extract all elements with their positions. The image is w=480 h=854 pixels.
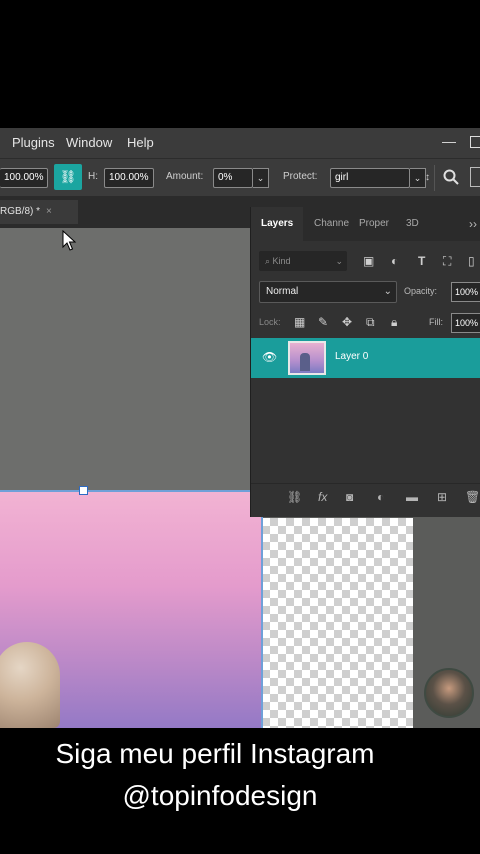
protect-select[interactable]: girl [330,168,410,188]
kind-label: Kind [272,256,291,266]
adjustment-filter-icon[interactable]: ◐ [391,253,398,269]
amount-label: Amount: [166,171,204,182]
link-icon[interactable]: ⛓ [54,164,82,190]
maximize-button[interactable] [470,136,480,148]
document-tab[interactable]: RGB/8) * × [0,200,78,224]
protect-label: Protect: [283,171,318,182]
search-icon[interactable] [443,169,459,185]
menu-plugins[interactable]: Plugins [12,135,55,150]
amount-dropdown[interactable]: ⌄ [253,168,269,188]
cursor-icon [62,230,77,251]
transform-handle[interactable] [79,486,88,495]
lock-row: Lock: ▦ ✎ ✥ ⧉ 🔒︎ Fill: 100% [251,313,480,333]
panel-menu-icon[interactable]: ›› [469,217,477,231]
lock-all-icon[interactable]: 🔒︎ [391,314,397,330]
divider [434,165,435,191]
options-bar: 100.00% ⛓ H: 100.00% Amount: 0% ⌄ Protec… [0,158,480,196]
caption: Siga meu perfil Instagram @topinfodesign [0,730,480,854]
fill-label: Fill: [429,317,443,327]
new-layer-icon[interactable]: ⊞ [437,490,447,504]
lock-transparent-icon[interactable]: ▦ [294,314,305,330]
lock-artboard-icon[interactable]: ⧉ [366,314,375,330]
kind-filter[interactable]: ⌕ Kind ⌄ [259,251,347,271]
type-filter-icon[interactable]: T [418,253,425,269]
new-group-icon[interactable]: ▬ [406,490,418,504]
blend-row: Normal ⌄ Opacity: 100% [251,281,480,303]
adjustment-layer-icon[interactable]: ◐ [377,490,384,504]
panel-tabs: Layers Channe Proper 3D ›› [251,207,480,241]
workspace-icon[interactable] [470,167,480,187]
fx-icon[interactable]: fx [318,490,327,504]
layer-row[interactable]: 👁︎ Layer 0 [251,338,480,378]
close-tab-icon[interactable]: × [46,206,52,217]
add-mask-icon[interactable]: ◙ [346,490,353,504]
lock-label: Lock: [259,317,281,327]
width-field[interactable]: 100.00% [0,168,48,188]
tab-layers[interactable]: Layers [261,218,293,229]
image-filter-icon[interactable]: ▣ [363,253,374,269]
trash-icon[interactable]: 🗑︎ [465,490,480,504]
opacity-field[interactable]: 100% [451,282,480,302]
amount-field[interactable]: 0% [213,168,253,188]
layer-thumbnail [288,341,326,375]
caption-handle: @topinfodesign [122,780,318,811]
blend-mode-label: Normal [266,286,299,297]
avatar [424,668,474,718]
opacity-label: Opacity: [404,286,438,296]
layers-panel-footer: ⛓ fx ◙ ◐ ▬ ⊞ 🗑︎ [251,483,480,511]
lock-pixels-icon[interactable]: ✎ [318,314,328,330]
person-figure [0,642,60,728]
fill-field[interactable]: 100% [451,313,480,333]
caption-line-1: Siga meu perfil Instagram [55,738,375,769]
thumbnail-figure [300,353,310,371]
minimize-button[interactable]: — [442,133,456,149]
height-label: H: [88,171,98,182]
chevron-down-icon: ⌄ [383,286,392,297]
eye-icon[interactable]: 👁︎ [262,350,277,364]
menu-window[interactable]: Window [66,135,112,150]
blend-mode-select[interactable]: Normal ⌄ [259,281,397,303]
shape-filter-icon[interactable]: ⛶ [443,253,451,269]
menu-bar: Plugins Window Help — [0,128,480,158]
menu-help[interactable]: Help [127,135,154,150]
tab-channels[interactable]: Channe [314,218,349,229]
stepper-icon[interactable]: ↕ [425,170,430,186]
smart-object-filter-icon[interactable]: ▯ [468,253,475,269]
tab-3d[interactable]: 3D [406,218,419,229]
filter-row: ⌕ Kind ⌄ ▣ ◐ T ⛶ ▯ [251,251,480,271]
canvas-background [0,228,252,492]
tab-properties[interactable]: Proper [359,218,389,229]
document-tab-label: RGB/8) * [0,206,41,217]
protect-dropdown[interactable]: ⌄ [410,168,426,188]
layer-name: Layer 0 [335,351,369,362]
layers-panel: Layers Channe Proper 3D ›› ⌕ Kind ⌄ ▣ ◐ … [250,207,480,517]
height-field[interactable]: 100.00% [104,168,154,188]
transform-bounding-right [261,490,263,728]
link-layers-icon[interactable]: ⛓ [287,490,302,504]
transform-bounding-top [0,490,262,492]
transparent-area [262,518,413,728]
lock-position-icon[interactable]: ✥ [342,314,352,330]
